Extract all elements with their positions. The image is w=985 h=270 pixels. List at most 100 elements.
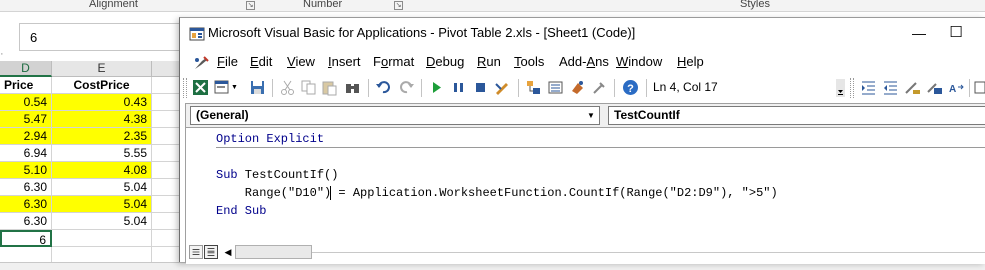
help-icon[interactable]: ? <box>622 79 639 96</box>
code-window-combo-bar: (General) ▼ TestCountIf <box>186 104 985 128</box>
formula-bar-input[interactable]: 6 <box>19 23 180 51</box>
code-keyword: End Sub <box>216 204 267 218</box>
break-icon[interactable] <box>450 79 467 96</box>
view-excel-icon[interactable] <box>192 79 209 96</box>
costprice-cell[interactable]: 2.35 <box>52 128 152 145</box>
toolbox-icon[interactable] <box>591 79 608 96</box>
number-dialog-launcher-icon[interactable]: ↘ <box>394 1 403 10</box>
price-cell[interactable]: 6.30 <box>0 196 52 213</box>
save-icon[interactable] <box>249 79 266 96</box>
empty-cell[interactable] <box>152 196 180 213</box>
insert-dropdown-arrow-icon[interactable]: ▼ <box>231 79 239 96</box>
outdent-icon[interactable] <box>882 79 899 96</box>
full-module-view-icon[interactable] <box>204 245 218 259</box>
menu-view-label: iew <box>295 54 315 69</box>
costprice-cell[interactable]: 5.04 <box>52 179 152 196</box>
design-mode-icon[interactable] <box>494 79 511 96</box>
menu-window[interactable]: Window <box>616 54 662 69</box>
quick-info-icon[interactable] <box>973 79 985 96</box>
empty-cell[interactable] <box>152 94 180 111</box>
price-cell[interactable]: 0.54 <box>0 94 52 111</box>
price-cell[interactable]: 5.47 <box>0 111 52 128</box>
table-row: 5.47 4.38 <box>0 111 180 128</box>
costprice-cell[interactable]: 4.38 <box>52 111 152 128</box>
toolbar-grip[interactable] <box>183 78 187 98</box>
toggle-breakpoint-icon[interactable] <box>904 79 921 96</box>
object-combo[interactable]: (General) ▼ <box>190 106 600 125</box>
restore-button[interactable]: ☐ <box>944 22 968 44</box>
find-icon[interactable] <box>344 79 361 96</box>
empty-cell[interactable] <box>52 230 152 247</box>
object-browser-icon[interactable] <box>569 79 586 96</box>
price-cell[interactable]: 5.10 <box>0 162 52 179</box>
empty-cell[interactable] <box>152 128 180 145</box>
ribbon-group-styles-label: Styles <box>740 0 770 10</box>
procedure-combo[interactable]: TestCountIf <box>608 106 985 125</box>
copy-icon[interactable] <box>300 79 317 96</box>
header-cell-costprice[interactable]: CostPrice <box>52 77 152 94</box>
chevron-down-icon[interactable]: ▼ <box>584 108 598 123</box>
price-cell[interactable]: 6.30 <box>0 179 52 196</box>
minimize-button[interactable]: — <box>907 22 931 44</box>
cut-icon[interactable] <box>279 79 296 96</box>
code-editor[interactable]: Option Explicit Sub TestCountIf() Range(… <box>186 129 985 242</box>
costprice-cell[interactable]: 5.55 <box>52 145 152 162</box>
complete-word-icon[interactable]: A <box>948 79 965 96</box>
procedure-view-icon[interactable] <box>189 245 203 259</box>
menu-tools[interactable]: Tools <box>514 54 544 69</box>
indent-icon[interactable] <box>860 79 877 96</box>
header-cell-price[interactable]: Price <box>0 77 52 94</box>
menu-window-label: indow <box>628 54 663 69</box>
toolbar-separator <box>969 79 970 97</box>
menu-view[interactable]: View <box>287 54 315 69</box>
code-window-footer: ◀ <box>186 242 985 264</box>
toolbar-separator <box>646 79 647 97</box>
empty-cell[interactable] <box>152 145 180 162</box>
costprice-cell[interactable]: 5.04 <box>52 213 152 230</box>
empty-cell[interactable] <box>152 162 180 179</box>
title-bar[interactable]: Microsoft Visual Basic for Applications … <box>180 18 985 48</box>
price-cell[interactable]: 6.30 <box>0 213 52 230</box>
formula-bar-edge: · <box>0 48 4 60</box>
ribbon-group-number-label: Number <box>303 0 343 10</box>
price-cell[interactable]: 2.94 <box>0 128 52 145</box>
reset-icon[interactable] <box>472 79 489 96</box>
empty-cell[interactable] <box>152 111 180 128</box>
menu-add-ins[interactable]: Add-Ans <box>559 54 609 69</box>
empty-cell[interactable] <box>152 213 180 230</box>
alignment-dialog-launcher-icon[interactable]: ↘ <box>246 1 255 10</box>
toolbar-grip[interactable] <box>850 78 854 98</box>
run-icon[interactable] <box>428 79 445 96</box>
undo-icon[interactable] <box>375 79 392 96</box>
comment-block-icon[interactable] <box>926 79 943 96</box>
paste-icon[interactable] <box>321 79 338 96</box>
toolbar-overflow-chevron-icon[interactable] <box>836 79 845 97</box>
menu-file[interactable]: File <box>217 54 238 69</box>
menu-help[interactable]: Help <box>677 54 704 69</box>
menu-debug[interactable]: Debug <box>426 54 464 69</box>
redo-icon[interactable] <box>398 79 415 96</box>
menu-run[interactable]: Run <box>477 54 501 69</box>
price-cell[interactable]: 6.94 <box>0 145 52 162</box>
costprice-cell[interactable]: 4.08 <box>52 162 152 179</box>
costprice-cell[interactable]: 0.43 <box>52 94 152 111</box>
properties-window-icon[interactable] <box>547 79 564 96</box>
column-header-e[interactable]: E <box>52 61 152 77</box>
result-cell-d10[interactable]: 6 <box>0 230 52 247</box>
column-header-d[interactable]: D <box>0 61 52 77</box>
insert-userform-icon[interactable] <box>214 79 231 96</box>
menu-edit[interactable]: Edit <box>250 54 272 69</box>
scroll-left-arrow-icon[interactable]: ◀ <box>223 245 233 259</box>
menu-edit-label: dit <box>258 54 273 69</box>
code-line-2: Sub TestCountIf() <box>216 168 338 182</box>
empty-cell[interactable] <box>152 77 180 94</box>
menu-format[interactable]: Format <box>373 54 414 69</box>
vba-menu-icon[interactable] <box>192 55 210 71</box>
empty-cell[interactable] <box>152 230 180 247</box>
empty-cell[interactable] <box>152 179 180 196</box>
horizontal-scrollbar[interactable] <box>235 245 312 259</box>
column-header-f[interactable] <box>152 61 180 77</box>
project-explorer-icon[interactable] <box>525 79 542 96</box>
costprice-cell[interactable]: 5.04 <box>52 196 152 213</box>
menu-insert[interactable]: Insert <box>328 54 361 69</box>
